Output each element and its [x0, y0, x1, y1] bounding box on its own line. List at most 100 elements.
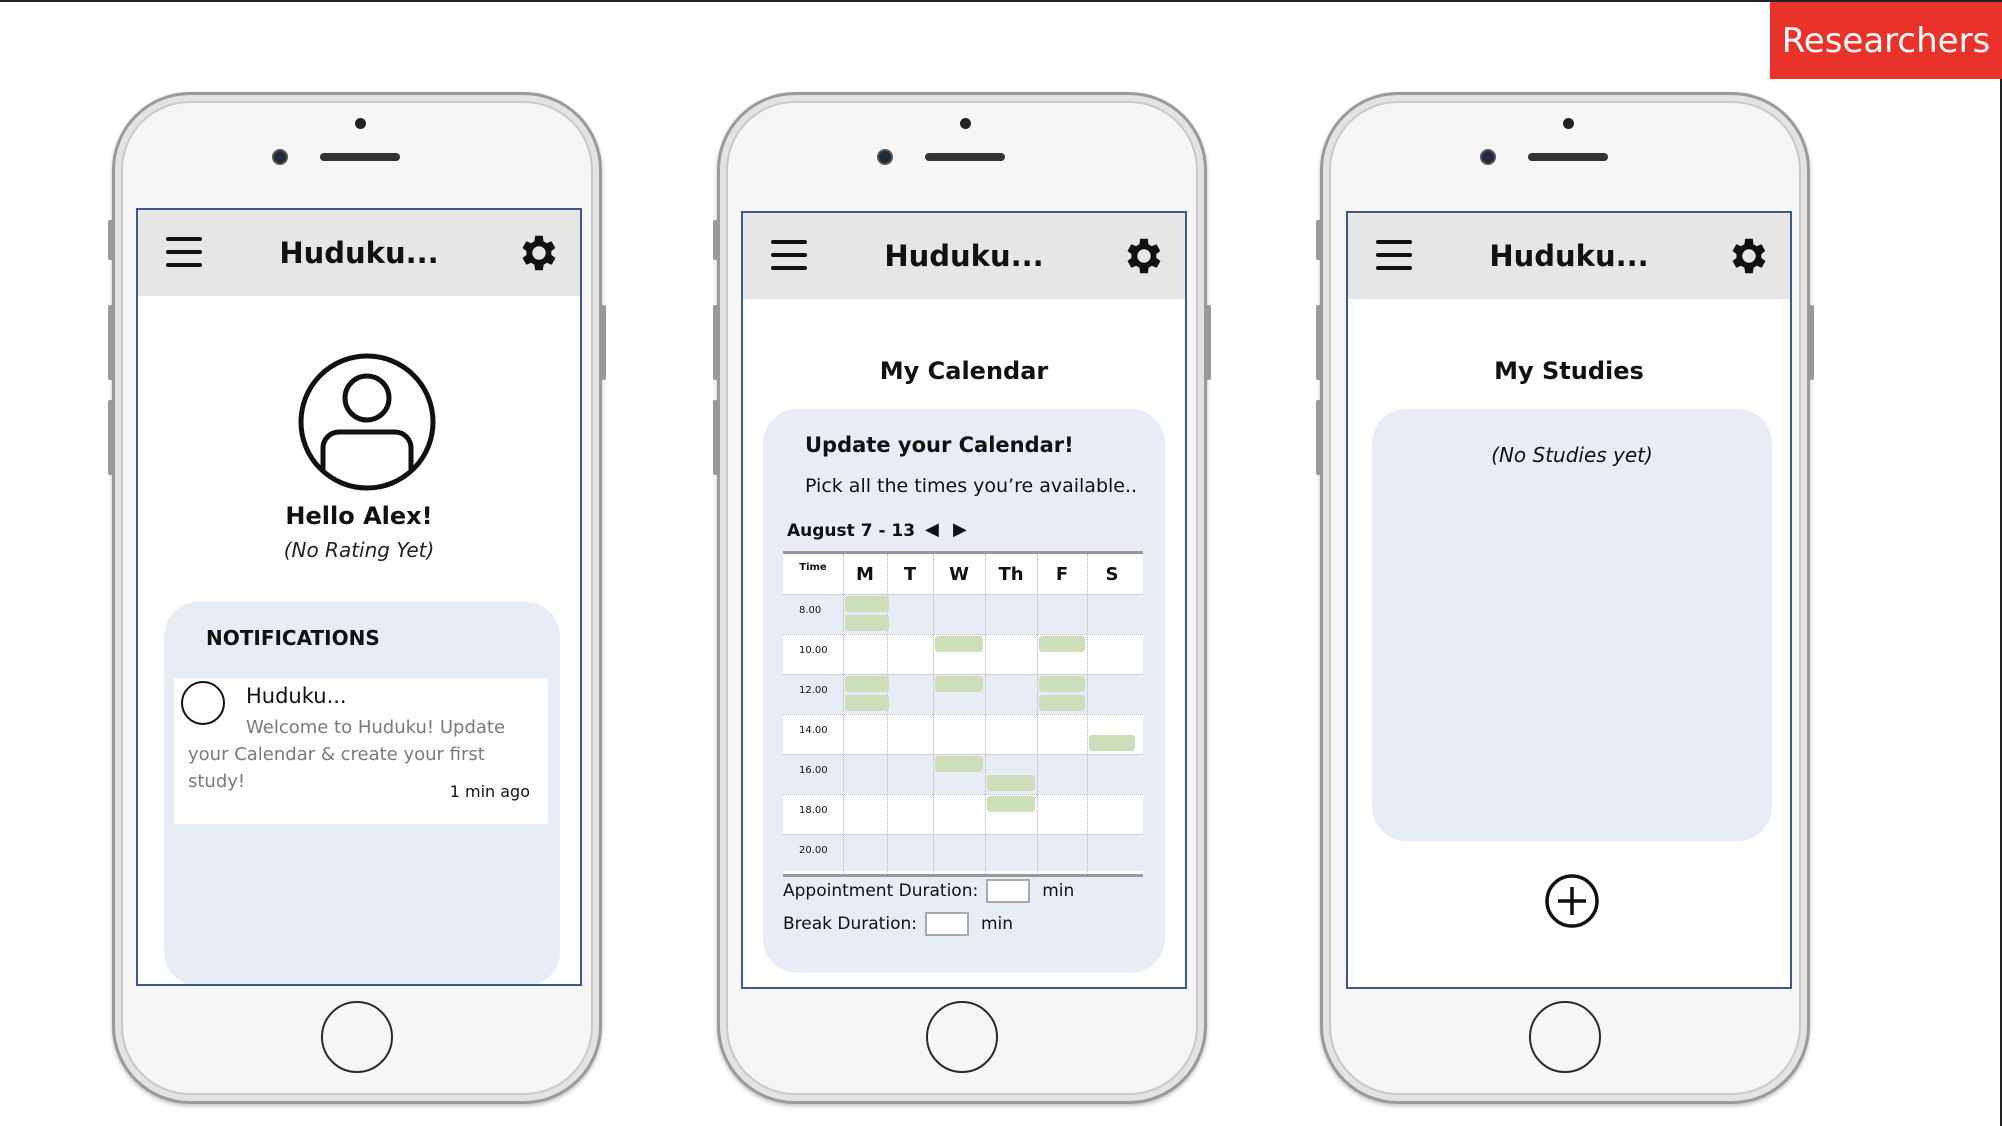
- week-label: August 7 - 13: [787, 521, 916, 541]
- time-label: 10.00: [799, 645, 828, 656]
- available-slot[interactable]: [935, 756, 983, 772]
- grid-divider: [985, 554, 986, 874]
- hamburger-menu-icon[interactable]: [771, 240, 807, 270]
- phone-side-button: [1316, 220, 1322, 260]
- phone-speaker: [320, 153, 400, 161]
- available-slot[interactable]: [1039, 636, 1085, 652]
- gear-icon[interactable]: [1121, 233, 1167, 279]
- studies-panel: (No Studies yet): [1372, 409, 1772, 841]
- break-duration-unit: min: [980, 914, 1014, 934]
- appointment-duration-unit: min: [1042, 881, 1075, 901]
- phone-speaker: [1528, 153, 1608, 161]
- time-label: 18.00: [799, 805, 828, 816]
- day-header: S: [1105, 563, 1119, 585]
- next-week-icon[interactable]: ▶: [953, 519, 967, 539]
- phone-side-button: [108, 220, 114, 260]
- app-bar: Huduku...: [138, 210, 580, 296]
- break-duration-row: Break Duration: min: [783, 912, 1013, 936]
- hamburger-menu-icon[interactable]: [1376, 240, 1412, 270]
- profile-screen: Huduku... Hello Alex! (No Rating Yet) NO…: [136, 208, 582, 986]
- day-header: Th: [998, 563, 1024, 585]
- rating-text: (No Rating Yet): [283, 538, 435, 562]
- phone-sensor: [355, 118, 366, 129]
- time-row: 20.00: [783, 834, 1143, 871]
- available-slot[interactable]: [935, 676, 983, 692]
- available-slot[interactable]: [845, 695, 889, 711]
- grid-divider: [1087, 554, 1088, 874]
- app-title: Huduku...: [279, 236, 439, 270]
- gear-icon[interactable]: [1726, 233, 1772, 279]
- hamburger-menu-icon[interactable]: [166, 237, 202, 267]
- app-bar: Huduku...: [743, 213, 1185, 299]
- phone-side-button: [713, 305, 719, 380]
- notifications-title: NOTIFICATIONS: [206, 626, 380, 650]
- available-slot[interactable]: [1039, 676, 1085, 692]
- phone-side-button: [1316, 400, 1322, 475]
- break-duration-input[interactable]: [924, 912, 969, 936]
- front-camera: [1480, 149, 1496, 165]
- phone-side-button: [713, 220, 719, 260]
- calendar-heading: Update your Calendar!: [805, 433, 1074, 457]
- available-slot[interactable]: [987, 775, 1035, 791]
- notification-time: 1 min ago: [449, 782, 530, 801]
- phone-side-button: [1808, 305, 1814, 380]
- available-slot[interactable]: [845, 615, 889, 631]
- calendar-panel: Update your Calendar! Pick all the times…: [763, 409, 1165, 973]
- time-label: 16.00: [799, 765, 828, 776]
- available-slot[interactable]: [845, 596, 889, 612]
- calendar-subheading: Pick all the times you’re available..: [805, 475, 1138, 497]
- phone-side-button: [108, 400, 114, 475]
- phone-sensor: [1563, 118, 1574, 129]
- empty-studies-text: (No Studies yet): [1491, 443, 1653, 467]
- greeting-text: Hello Alex!: [285, 502, 433, 530]
- calendar-title: My Calendar: [879, 357, 1049, 385]
- grid-divider: [843, 554, 844, 874]
- time-label: 12.00: [799, 685, 828, 696]
- user-avatar-icon: [298, 353, 436, 491]
- available-slot[interactable]: [935, 636, 983, 652]
- appointment-duration-row: Appointment Duration: min: [783, 879, 1074, 903]
- notifications-panel: NOTIFICATIONS Huduku... Welcome to Huduk…: [164, 602, 560, 984]
- studies-title: My Studies: [1494, 357, 1644, 385]
- app-title: Huduku...: [884, 239, 1044, 273]
- grid-divider: [1037, 554, 1038, 874]
- day-header: F: [1055, 563, 1069, 585]
- availability-grid: Time M T W Th F S 8.00 10.00 12.00 14.00…: [783, 551, 1143, 877]
- phone-side-button: [1316, 305, 1322, 380]
- notification-item[interactable]: Huduku... Welcome to Huduku! Update your…: [174, 678, 548, 824]
- available-slot[interactable]: [1039, 695, 1085, 711]
- phone-side-button: [713, 400, 719, 475]
- available-slot[interactable]: [987, 796, 1035, 812]
- home-button[interactable]: [926, 1001, 998, 1073]
- day-header: M: [856, 563, 874, 585]
- app-bar: Huduku...: [1348, 213, 1790, 299]
- calendar-screen: Huduku... My Calendar Update your Calend…: [741, 211, 1187, 989]
- appointment-duration-label: Appointment Duration:: [783, 881, 979, 901]
- time-label: 8.00: [799, 605, 822, 616]
- plus-circle-icon[interactable]: [1544, 873, 1600, 929]
- prev-week-icon[interactable]: ◀: [925, 519, 939, 539]
- grid-divider: [933, 554, 934, 874]
- top-border: [0, 0, 2002, 2]
- phone-profile: Huduku... Hello Alex! (No Rating Yet) NO…: [108, 92, 606, 1104]
- researchers-badge: Researchers: [1770, 2, 2002, 79]
- phone-sensor: [960, 118, 971, 129]
- front-camera: [877, 149, 893, 165]
- phone-calendar: Huduku... My Calendar Update your Calend…: [713, 92, 1211, 1104]
- available-slot[interactable]: [1089, 735, 1135, 751]
- day-header: T: [903, 563, 917, 585]
- grid-header: Time M T W Th F S: [783, 554, 1143, 594]
- time-row: 18.00: [783, 794, 1143, 834]
- home-button[interactable]: [321, 1001, 393, 1073]
- gear-icon[interactable]: [516, 230, 562, 276]
- phone-side-button: [1205, 305, 1211, 380]
- time-label: 14.00: [799, 725, 828, 736]
- phone-speaker: [925, 153, 1005, 161]
- app-title: Huduku...: [1489, 239, 1649, 273]
- home-button[interactable]: [1529, 1001, 1601, 1073]
- appointment-duration-input[interactable]: [986, 879, 1031, 903]
- front-camera: [272, 149, 288, 165]
- time-row: 8.00: [783, 594, 1143, 634]
- available-slot[interactable]: [845, 676, 889, 692]
- time-label: 20.00: [799, 845, 828, 856]
